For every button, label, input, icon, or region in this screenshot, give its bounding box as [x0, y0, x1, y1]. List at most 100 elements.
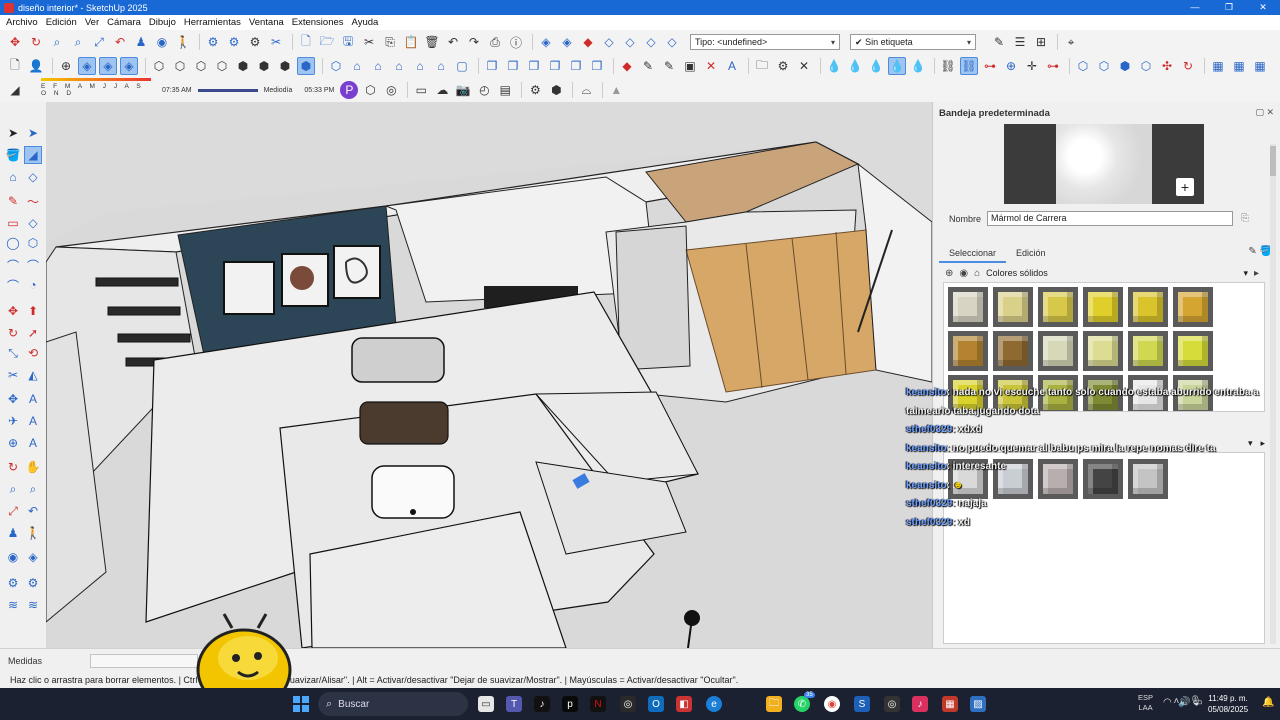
- select-icon[interactable]: ➤: [4, 124, 22, 142]
- arc-2-icon[interactable]: ⌒: [24, 256, 42, 274]
- maximize-button[interactable]: ❐: [1212, 0, 1246, 15]
- open-file-icon[interactable]: 🗁: [318, 33, 336, 51]
- tag-type-dropdown[interactable]: Tipo: <undefined> ▾: [690, 34, 840, 50]
- connect-icon[interactable]: ⊶: [1044, 57, 1062, 75]
- trim-icon[interactable]: ❐: [567, 57, 585, 75]
- protractor-icon[interactable]: ◭: [24, 366, 42, 384]
- split-icon[interactable]: ❐: [588, 57, 606, 75]
- drop-active-icon[interactable]: 💧: [888, 57, 906, 75]
- sandbox-from-scratch-icon[interactable]: ◈: [558, 33, 576, 51]
- push-pull-icon[interactable]: ⬆: [24, 302, 42, 320]
- toggle-terrain-icon[interactable]: ✎: [639, 57, 657, 75]
- color-swatch[interactable]: [1083, 287, 1123, 327]
- notifications-icon[interactable]: 🔔: [1262, 697, 1274, 708]
- minimize-button[interactable]: —: [1178, 0, 1212, 15]
- copy-material-icon[interactable]: ⎘: [1241, 213, 1249, 224]
- geo-location-icon[interactable]: ⌖: [1062, 33, 1080, 51]
- library-arrow-2-icon[interactable]: ▸: [1260, 438, 1265, 449]
- eraser-icon[interactable]: ◢: [24, 146, 42, 164]
- home-icon[interactable]: ⌂: [974, 268, 980, 279]
- material-icon[interactable]: ▤: [496, 81, 514, 99]
- previous-tool-icon[interactable]: ↶: [24, 502, 42, 520]
- copy-icon[interactable]: ⎘: [381, 33, 399, 51]
- axes-icon[interactable]: ✛: [1023, 57, 1041, 75]
- render-icon[interactable]: ☁: [433, 81, 451, 99]
- look-around-icon[interactable]: ◉: [153, 33, 171, 51]
- section-plane-icon[interactable]: ⊕: [57, 57, 75, 75]
- text-icon[interactable]: A: [723, 57, 741, 75]
- create-material-icon[interactable]: +: [1176, 178, 1194, 196]
- sandbox-2-tool-icon[interactable]: ≋: [24, 596, 42, 614]
- generate-report-icon[interactable]: ⚙: [246, 33, 264, 51]
- print-icon[interactable]: ⎙: [486, 33, 504, 51]
- file-icon[interactable]: 🗋: [6, 57, 24, 75]
- color-swatch[interactable]: [1173, 331, 1213, 371]
- front-view-icon[interactable]: ⌂: [369, 57, 387, 75]
- back-view-icon[interactable]: ⌂: [411, 57, 429, 75]
- warehouse-icon[interactable]: ▣: [681, 57, 699, 75]
- rectangle-icon[interactable]: ▭: [4, 214, 22, 232]
- windows-start-icon[interactable]: [293, 696, 309, 712]
- walk-tool-icon[interactable]: 🚶: [24, 524, 42, 542]
- menu-ventana[interactable]: Ventana: [249, 17, 284, 28]
- look-around-tool-icon[interactable]: ◉: [4, 548, 22, 566]
- grid-3-icon[interactable]: ▦: [1251, 57, 1269, 75]
- hidden-line-icon[interactable]: ⬡: [213, 57, 231, 75]
- node-icon[interactable]: ⊶: [981, 57, 999, 75]
- language-indicator[interactable]: ESP LAA: [1138, 693, 1153, 713]
- measurements-input[interactable]: [90, 654, 198, 668]
- subtract-icon[interactable]: ❐: [546, 57, 564, 75]
- eraser-small-icon[interactable]: ◢: [6, 81, 24, 99]
- link-active-icon[interactable]: ⛓: [960, 57, 978, 75]
- display-section-cuts-icon[interactable]: ◈: [99, 57, 117, 75]
- sandbox-tool-icon[interactable]: ≋: [4, 596, 22, 614]
- office-icon[interactable]: ◧: [676, 696, 692, 712]
- file-explorer-icon[interactable]: 🗀: [766, 696, 782, 712]
- flip-edge-icon[interactable]: ◇: [663, 33, 681, 51]
- menu-ver[interactable]: Ver: [85, 17, 99, 28]
- library-dropdown[interactable]: Colores sólidos ▾: [986, 266, 1248, 280]
- add-detail-icon[interactable]: ◇: [642, 33, 660, 51]
- line-icon[interactable]: ✎: [4, 192, 22, 210]
- menu-extensiones[interactable]: Extensiones: [292, 17, 344, 28]
- clock-icon[interactable]: ◴: [475, 81, 493, 99]
- 3d-text-2-icon[interactable]: A: [24, 434, 42, 452]
- hex-2-icon[interactable]: ⬡: [1095, 57, 1113, 75]
- tag-tool-icon[interactable]: ✎: [990, 33, 1008, 51]
- display-section-planes-icon[interactable]: ◈: [78, 57, 96, 75]
- menu-herramientas[interactable]: Herramientas: [184, 17, 241, 28]
- stamp-icon[interactable]: ◇: [600, 33, 618, 51]
- bottom-view-icon[interactable]: ▢: [453, 57, 471, 75]
- component-options-tool-icon[interactable]: ⚙: [4, 574, 22, 592]
- cut-icon[interactable]: ✂: [360, 33, 378, 51]
- scale-icon[interactable]: ⤡: [4, 344, 22, 362]
- arc-3-icon[interactable]: ⌒: [4, 276, 22, 294]
- close-button[interactable]: ✕: [1246, 0, 1280, 15]
- union-icon[interactable]: ❐: [525, 57, 543, 75]
- freehand-icon[interactable]: 〜: [24, 192, 42, 210]
- drape-icon[interactable]: ◇: [621, 33, 639, 51]
- position-camera-icon[interactable]: ♟: [132, 33, 150, 51]
- color-swatch[interactable]: [948, 331, 988, 371]
- photos-icon[interactable]: ▨: [970, 696, 986, 712]
- back-icon[interactable]: ⊕: [945, 268, 953, 279]
- color-swatch[interactable]: [1083, 331, 1123, 371]
- link-icon[interactable]: ⛓: [939, 57, 957, 75]
- xray-icon[interactable]: ⬡: [150, 57, 168, 75]
- pie-icon[interactable]: ◔: [24, 276, 42, 294]
- grid-2-icon[interactable]: ▦: [1230, 57, 1248, 75]
- dimension-icon[interactable]: ✥: [4, 390, 22, 408]
- eraser-2-icon[interactable]: ◇: [24, 168, 42, 186]
- tray-scrollbar[interactable]: [1270, 144, 1276, 644]
- tag-dialog-icon[interactable]: ⊞: [1032, 33, 1050, 51]
- model-info-icon[interactable]: ⓘ: [507, 33, 525, 51]
- 3d-text-icon[interactable]: A: [24, 412, 42, 430]
- tiktok-live-icon[interactable]: ♪: [912, 696, 928, 712]
- hex-red-icon[interactable]: ✣: [1158, 57, 1176, 75]
- zoom-tool-icon[interactable]: ⌕: [4, 480, 22, 498]
- task-view-icon[interactable]: ▭: [478, 696, 494, 712]
- polygon-icon[interactable]: ⬡: [24, 234, 42, 252]
- back-edges-icon[interactable]: ⬡: [171, 57, 189, 75]
- text-tool-icon[interactable]: A: [24, 390, 42, 408]
- erase-icon[interactable]: 🗑: [423, 33, 441, 51]
